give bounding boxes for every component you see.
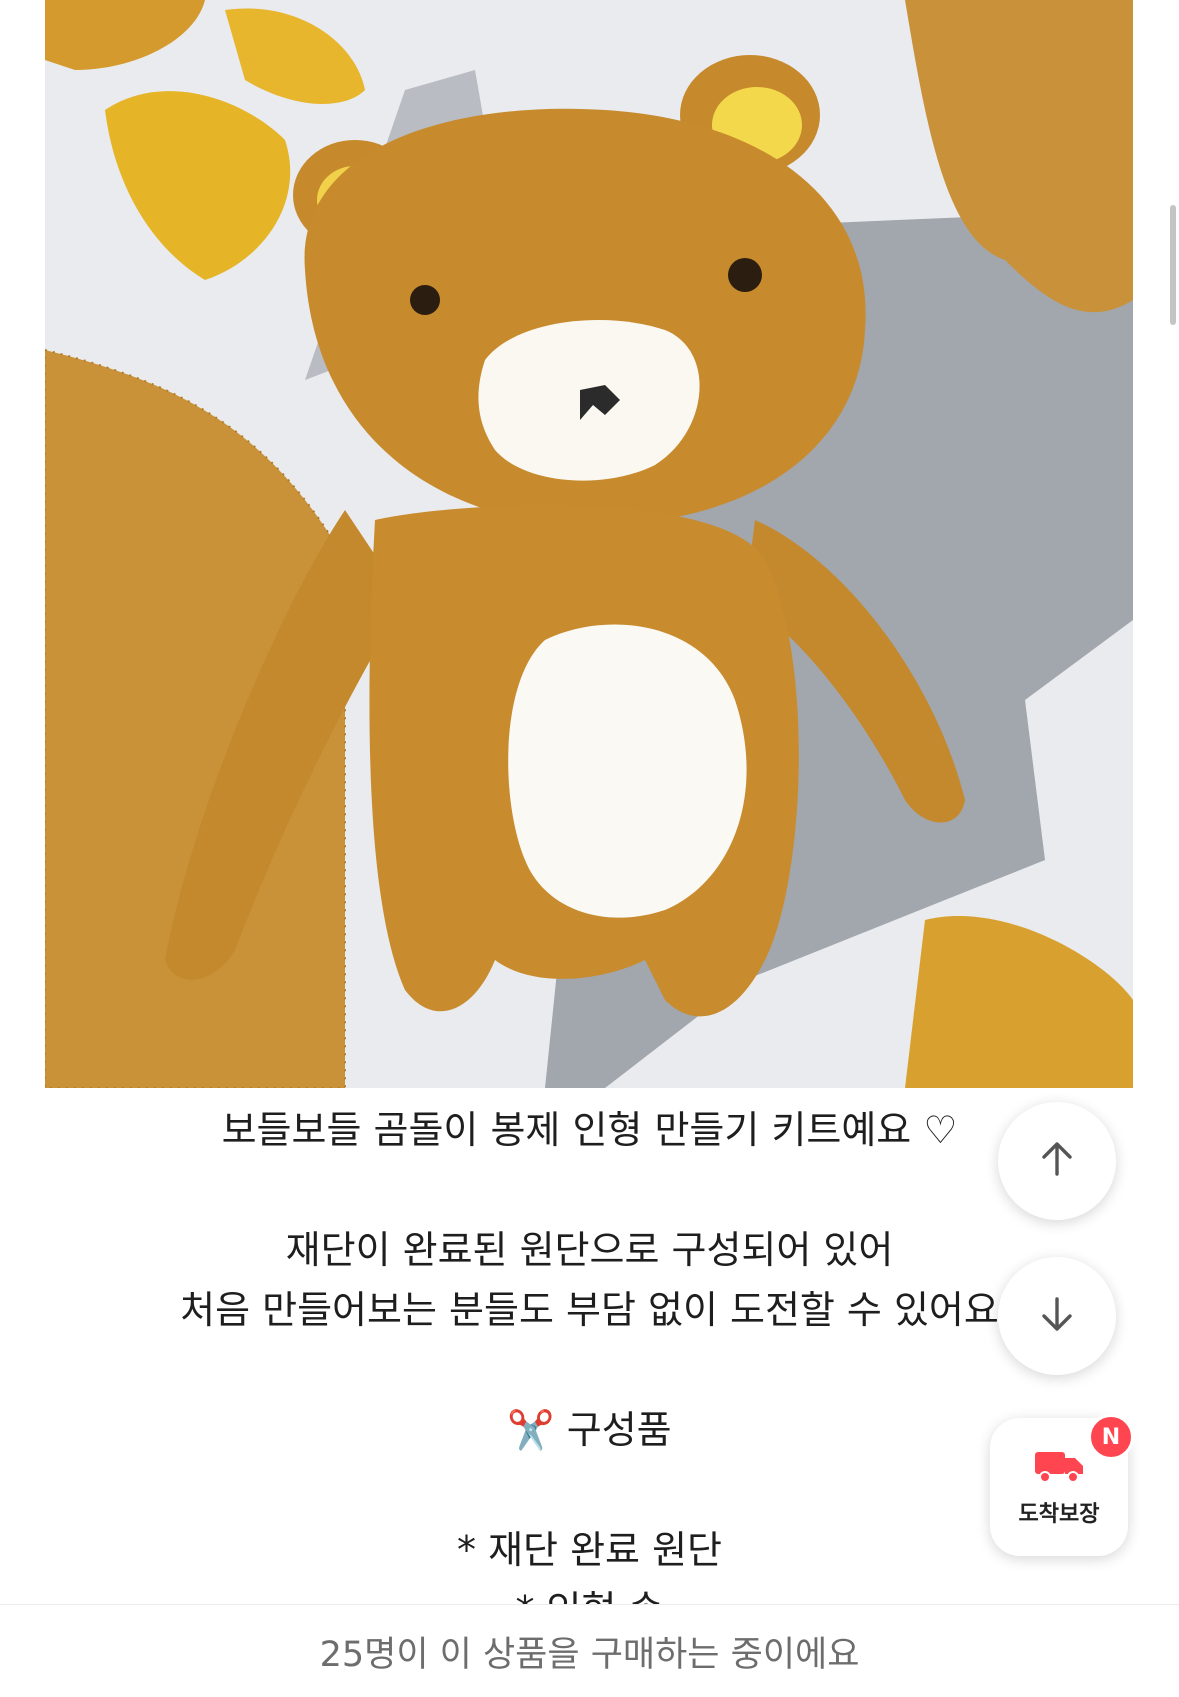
scroll-down-button[interactable] <box>998 1257 1116 1375</box>
scrollbar[interactable] <box>1170 205 1176 325</box>
description-line <box>0 1340 1179 1400</box>
scroll-up-button[interactable] <box>998 1102 1116 1220</box>
truck-icon <box>1033 1446 1085 1486</box>
delivery-label: 도착보장 <box>1018 1502 1100 1527</box>
down-arrow-icon <box>1034 1291 1080 1341</box>
delivery-guarantee-button[interactable]: 도착보장 N <box>990 1414 1134 1556</box>
purchase-status-text: 25명이 이 상품을 구매하는 중이에요 <box>319 1634 860 1675</box>
purchase-status-bar: 25명이 이 상품을 구매하는 중이에요 <box>0 1604 1179 1697</box>
new-badge: N <box>1088 1414 1134 1460</box>
up-arrow-icon <box>1034 1136 1080 1186</box>
description-line: 재단이 완료된 원단으로 구성되어 있어 <box>285 1228 894 1272</box>
product-image[interactable] <box>45 0 1133 1088</box>
